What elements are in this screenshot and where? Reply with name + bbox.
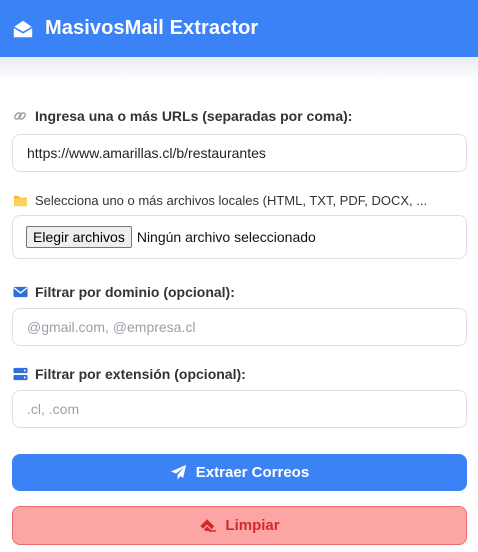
extension-label: Filtrar por extensión (opcional):: [12, 366, 246, 382]
domain-label: Filtrar por dominio (opcional):: [12, 284, 235, 300]
domain-field[interactable]: [12, 308, 467, 346]
file-picker-field: Elegir archivos Ningún archivo seleccion…: [12, 215, 467, 259]
extract-emails-button[interactable]: Extraer Correos: [12, 454, 467, 491]
urls-label-text: Ingresa una o más URLs (separadas por co…: [35, 108, 353, 124]
extract-emails-label: Extraer Correos: [195, 464, 310, 481]
clear-label: Limpiar: [225, 517, 280, 534]
choose-files-button[interactable]: Elegir archivos: [26, 226, 132, 248]
urls-label: Ingresa una o más URLs (separadas por co…: [12, 108, 352, 124]
link-icon: [12, 108, 28, 124]
header-shadow: [0, 57, 478, 79]
paper-plane-icon: [170, 464, 188, 482]
file-status-text: Ningún archivo seleccionado: [136, 229, 316, 245]
clear-button[interactable]: Limpiar: [12, 506, 467, 545]
urls-input[interactable]: [27, 145, 466, 161]
extension-label-text: Filtrar por extensión (opcional):: [35, 366, 246, 382]
server-icon: [12, 366, 28, 382]
files-label: Selecciona uno o más archivos locales (H…: [12, 192, 427, 208]
urls-field[interactable]: [12, 134, 467, 172]
files-label-text: Selecciona uno o más archivos locales (H…: [35, 192, 428, 208]
envelope-icon: [12, 284, 28, 300]
folder-icon: [12, 192, 28, 208]
app-title: MasivosMail Extractor: [45, 17, 259, 39]
app-header: MasivosMail Extractor: [0, 0, 478, 57]
eraser-icon: [199, 517, 217, 535]
domain-input[interactable]: [27, 319, 466, 335]
domain-label-text: Filtrar por dominio (opcional):: [35, 284, 235, 300]
envelope-open-icon: [12, 17, 36, 41]
extension-input[interactable]: [27, 401, 466, 417]
extension-field[interactable]: [12, 390, 467, 428]
